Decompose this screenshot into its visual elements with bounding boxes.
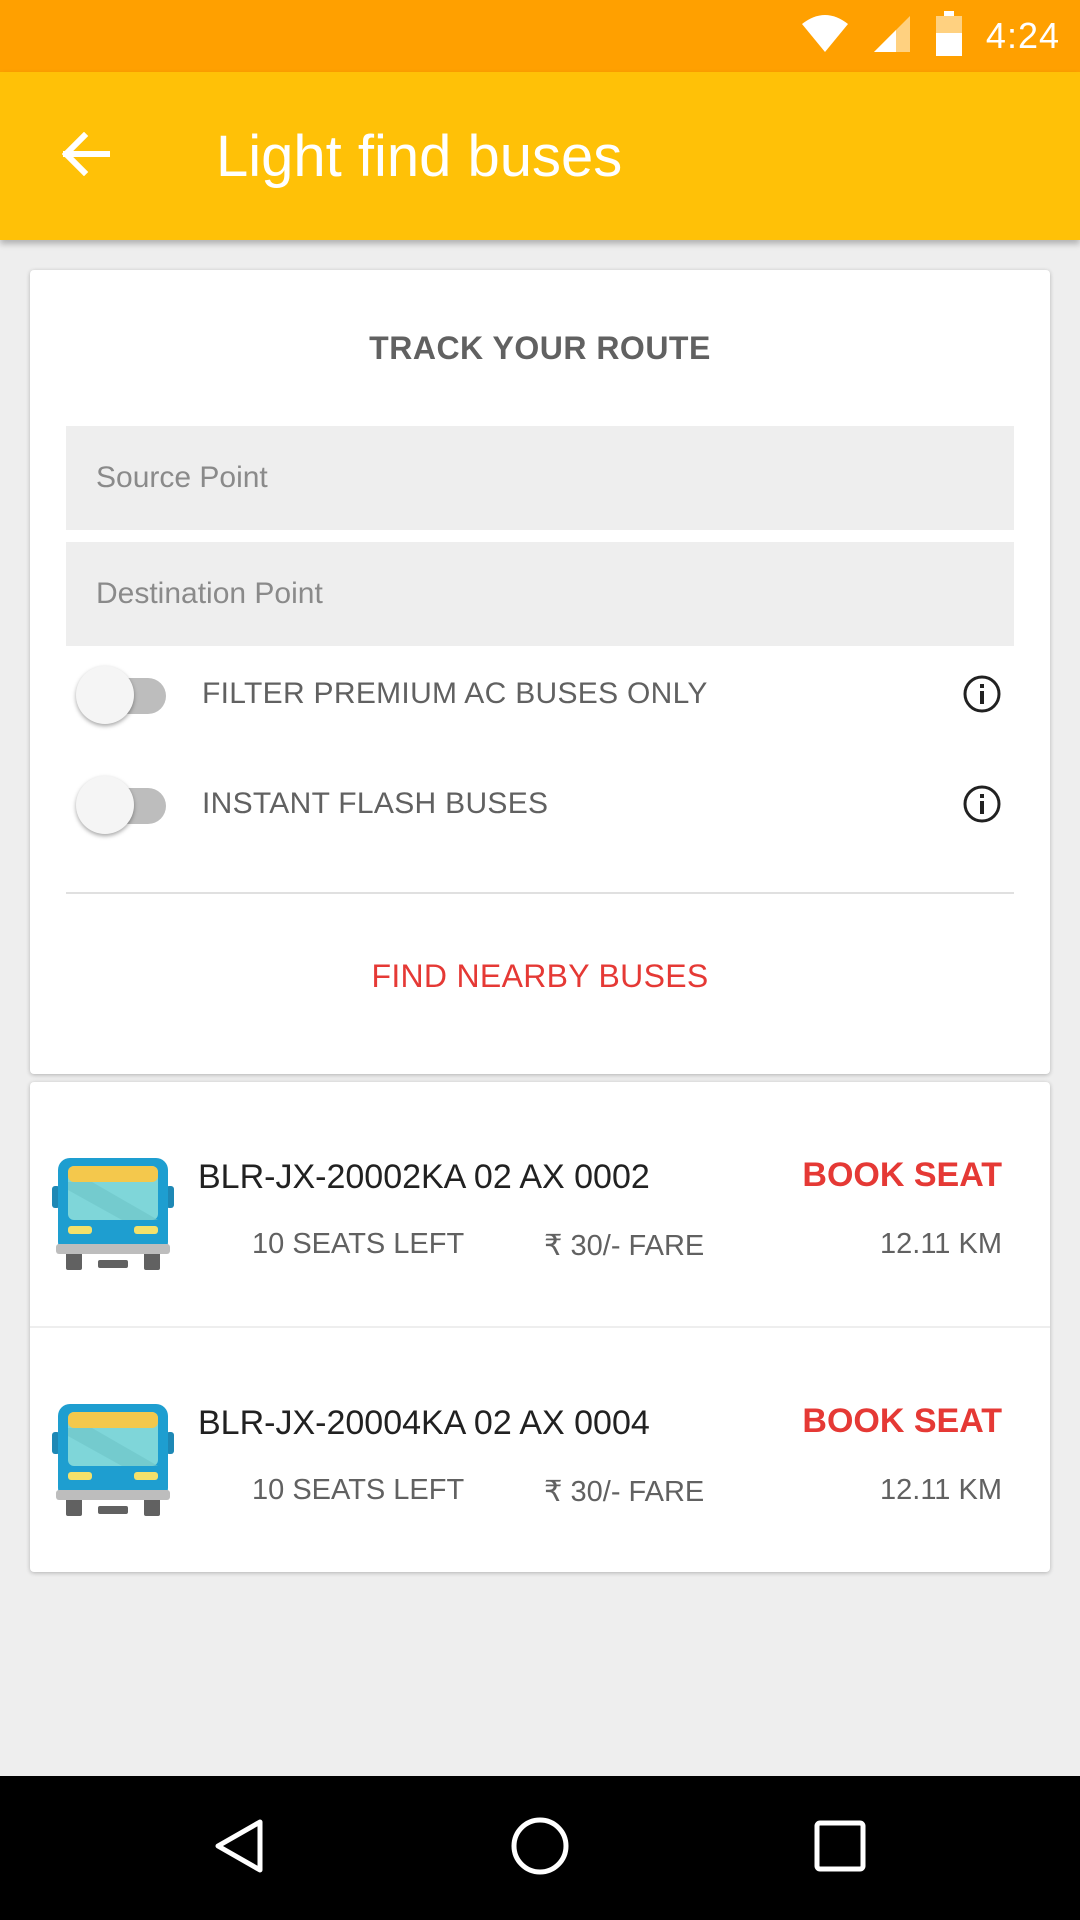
- seats-left: 10 SEATS LEFT: [252, 1228, 465, 1260]
- premium-ac-toggle[interactable]: [76, 654, 172, 734]
- card-heading: TRACK YOUR ROUTE: [369, 330, 711, 366]
- book-seat-button[interactable]: BOOK SEAT: [802, 1402, 1002, 1441]
- battery-icon: [934, 10, 964, 62]
- bus-icon: [52, 1402, 174, 1518]
- navigation-bar: [0, 1776, 1080, 1920]
- book-seat-button[interactable]: BOOK SEAT: [802, 1156, 1002, 1195]
- cell-signal-icon: [872, 14, 912, 59]
- app-title: Light find buses: [216, 123, 623, 189]
- nav-back-button[interactable]: [200, 1808, 280, 1888]
- bus-list-item[interactable]: BLR-JX-20004KA 02 AX 0004 10 SEATS LEFT …: [30, 1328, 1050, 1572]
- source-point-input[interactable]: [66, 426, 1014, 530]
- nav-recents-button[interactable]: [800, 1808, 880, 1888]
- status-bar: 4:24: [0, 0, 1080, 72]
- status-time: 4:24: [985, 15, 1060, 56]
- divider: [66, 892, 1014, 894]
- nav-back-icon: [210, 1816, 270, 1881]
- bus-results-card: BLR-JX-20002KA 02 AX 0002 10 SEATS LEFT …: [30, 1082, 1050, 1572]
- nav-home-button[interactable]: [500, 1808, 580, 1888]
- info-icon[interactable]: [960, 672, 1004, 716]
- bus-number: BLR-JX-20002KA 02 AX 0002: [198, 1158, 650, 1196]
- destination-point-input[interactable]: [66, 542, 1014, 646]
- bus-number: BLR-JX-20004KA 02 AX 0004: [198, 1404, 650, 1442]
- seats-left: 10 SEATS LEFT: [252, 1474, 465, 1506]
- bus-list-item[interactable]: BLR-JX-20002KA 02 AX 0002 10 SEATS LEFT …: [30, 1082, 1050, 1328]
- nav-home-icon: [509, 1815, 571, 1882]
- track-route-card: TRACK YOUR ROUTE FILTER PREMIUM AC BUSES…: [30, 270, 1050, 1074]
- info-icon[interactable]: [960, 782, 1004, 826]
- status-icons: 4:24: [800, 0, 1060, 72]
- toggle-thumb: [76, 666, 134, 724]
- instant-flash-row: INSTANT FLASH BUSES: [66, 764, 1014, 844]
- nav-recents-icon: [812, 1818, 868, 1879]
- fare: ₹ 30/- FARE: [544, 1476, 705, 1508]
- wifi-icon: [800, 14, 850, 59]
- bus-icon: [52, 1156, 174, 1272]
- premium-ac-filter-row: FILTER PREMIUM AC BUSES ONLY: [66, 654, 1014, 734]
- instant-flash-toggle[interactable]: [76, 764, 172, 844]
- premium-ac-label: FILTER PREMIUM AC BUSES ONLY: [202, 677, 708, 710]
- distance: 12.11 KM: [880, 1228, 1002, 1260]
- find-nearby-buses-button[interactable]: FIND NEARBY BUSES: [30, 930, 1050, 1022]
- instant-flash-label: INSTANT FLASH BUSES: [202, 787, 549, 820]
- toggle-thumb: [76, 776, 134, 834]
- distance: 12.11 KM: [880, 1474, 1002, 1506]
- arrow-back-icon: [61, 131, 111, 181]
- back-button[interactable]: [50, 120, 122, 192]
- fare: ₹ 30/- FARE: [544, 1230, 705, 1262]
- app-bar: Light find buses: [0, 72, 1080, 240]
